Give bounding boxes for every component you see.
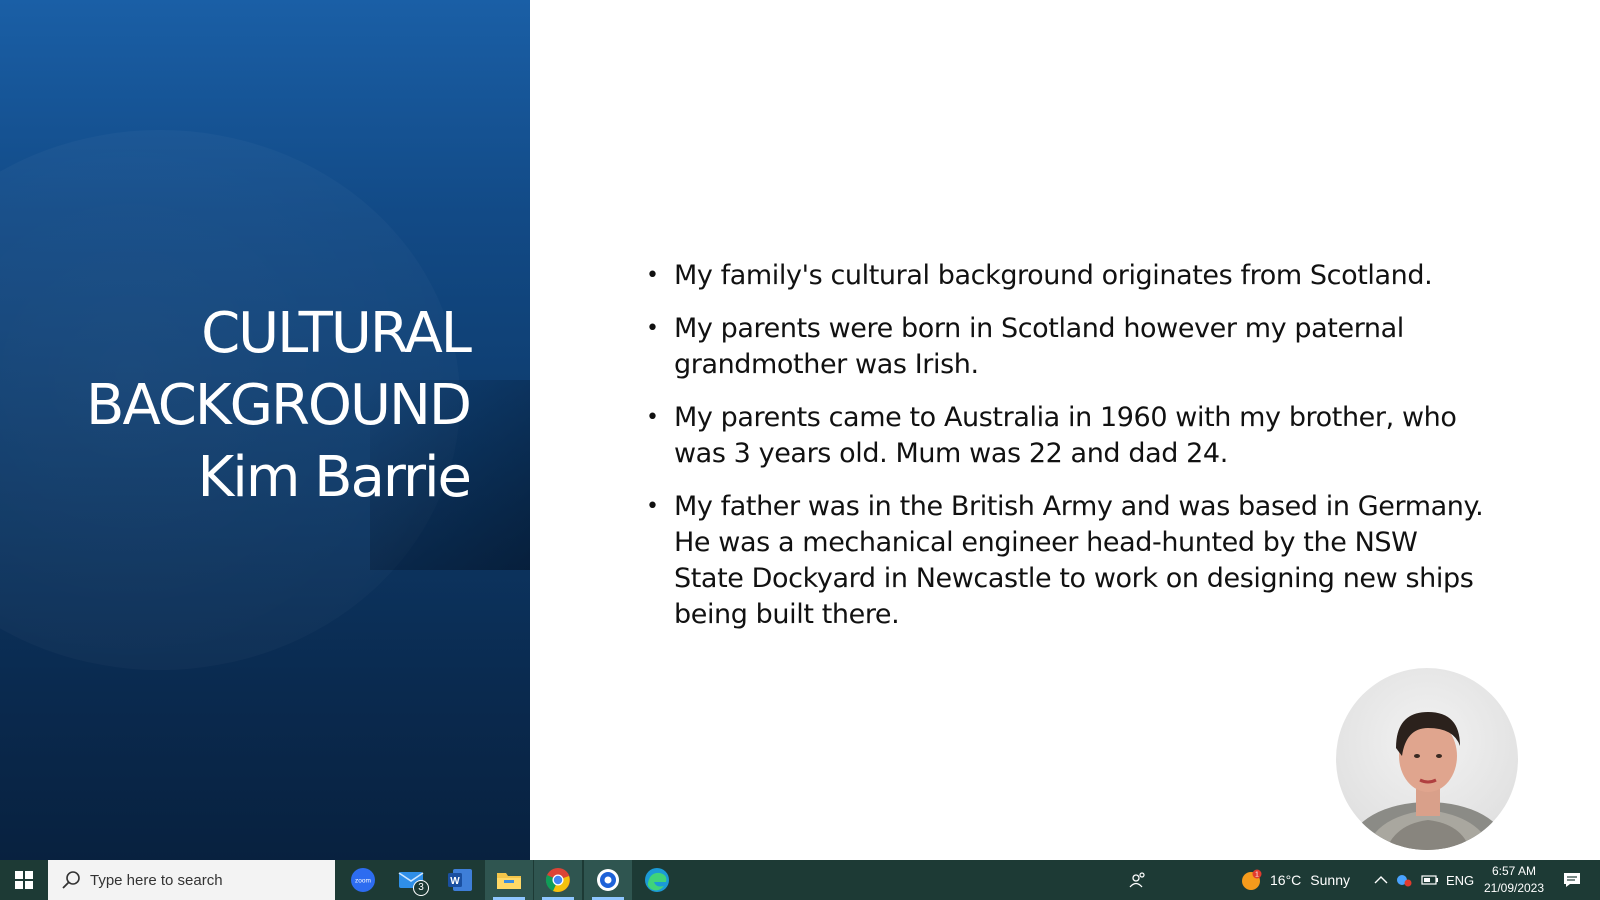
battery-icon (1421, 875, 1438, 885)
bullet-item: • My parents came to Australia in 1960 wi… (640, 400, 1490, 472)
title-line-1: CULTURAL (201, 301, 472, 366)
chrome-icon (545, 868, 570, 892)
zoom-icon: zoom (351, 868, 375, 892)
notification-icon (1564, 873, 1580, 887)
taskbar-screen-recorder[interactable] (584, 860, 632, 900)
taskbar: Type here to search zoom 3 W 1 16°C Sunn… (0, 860, 1600, 900)
search-placeholder: Type here to search (90, 871, 223, 889)
language-indicator[interactable]: ENG (1446, 860, 1474, 900)
zoom-icon-text: zoom (355, 878, 371, 885)
taskbar-word[interactable]: W (436, 860, 484, 900)
bullet-list: • My family's cultural background origina… (640, 258, 1490, 650)
clock-date: 21/09/2023 (1483, 881, 1545, 895)
bullet-item: • My family's cultural background origina… (640, 258, 1490, 294)
word-icon: W (448, 869, 472, 891)
weather-condition: Sunny (1310, 872, 1350, 888)
start-button[interactable] (0, 860, 48, 900)
sun-icon: 1 (1242, 869, 1262, 890)
weather-temp: 16°C (1270, 872, 1302, 888)
bullet-dot: • (646, 405, 659, 430)
file-explorer-icon (497, 873, 521, 889)
network-button[interactable] (1394, 860, 1414, 900)
title-line-2: BACKGROUND (86, 373, 472, 438)
edge-icon (645, 868, 669, 892)
chevron-up-icon (1374, 876, 1388, 884)
windows-icon (15, 871, 33, 889)
taskbar-clock[interactable]: 6:57 AM 21/09/2023 (1474, 863, 1554, 897)
people-button[interactable] (1126, 860, 1150, 900)
language-label: ENG (1446, 872, 1475, 888)
presenter-video-icon (1350, 712, 1506, 850)
people-icon (1129, 872, 1145, 888)
word-icon-text: W (450, 876, 460, 887)
battery-button[interactable] (1420, 860, 1440, 900)
taskbar-zoom[interactable]: zoom (339, 860, 387, 900)
bullet-dot: • (646, 494, 659, 519)
bullet-text: My parents came to Australia in 1960 wit… (674, 402, 1457, 469)
mail-badge: 3 (413, 880, 429, 896)
title-panel: CULTURAL BACKGROUND Kim Barrie (0, 0, 530, 860)
action-center-button[interactable] (1556, 860, 1588, 900)
bullet-dot: • (646, 316, 659, 341)
search-icon (62, 871, 80, 889)
weather-widget[interactable]: 1 16°C Sunny (1240, 860, 1350, 900)
webcam-overlay[interactable] (1336, 668, 1518, 850)
taskbar-mail[interactable]: 3 (387, 860, 435, 900)
clock-time: 6:57 AM (1491, 864, 1537, 878)
screen-recorder-icon (597, 869, 619, 891)
taskbar-edge[interactable] (633, 860, 681, 900)
show-hidden-icons-button[interactable] (1372, 860, 1390, 900)
bullet-item: • My parents were born in Scotland howeve… (640, 311, 1490, 383)
bullet-text: My parents were born in Scotland however… (674, 313, 1404, 380)
bullet-dot: • (646, 263, 659, 288)
bullet-text: My father was in the British Army and wa… (674, 491, 1484, 630)
network-icon (1397, 875, 1412, 887)
title-line-3: Kim Barrie (197, 445, 472, 510)
bullet-text: My family's cultural background originat… (674, 260, 1433, 291)
taskbar-file-explorer[interactable] (485, 860, 533, 900)
taskbar-chrome[interactable] (534, 860, 582, 900)
taskbar-search-box[interactable]: Type here to search (48, 860, 335, 900)
slide-title: CULTURAL BACKGROUND Kim Barrie (10, 298, 472, 514)
bullet-item: • My father was in the British Army and w… (640, 489, 1490, 633)
weather-alert-badge: 1 (1255, 872, 1259, 879)
